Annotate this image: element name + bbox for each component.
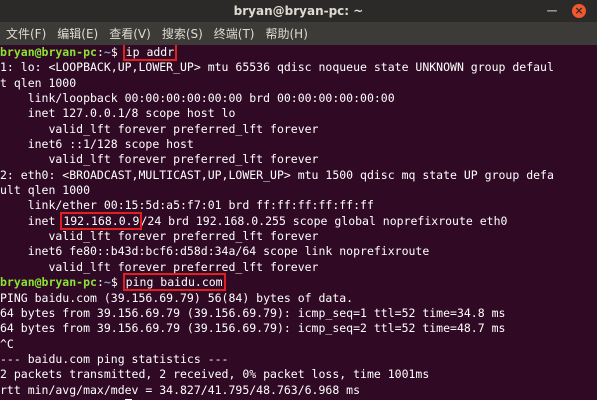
menu-edit[interactable]: 编辑(E) <box>52 25 103 42</box>
terminal-line: inet6 ::1/128 scope host <box>0 137 597 152</box>
terminal-line: rtt min/avg/max/mdev = 34.827/41.795/48.… <box>0 383 597 398</box>
terminal-line: 64 bytes from 39.156.69.79 (39.156.69.79… <box>0 321 597 336</box>
prompt-sign: $ <box>110 275 125 290</box>
terminal-line: valid_lft forever preferred_lft forever <box>0 260 597 275</box>
output-text: inet6 ::1/128 scope host <box>0 137 194 152</box>
terminal-line: ^C <box>0 337 597 352</box>
highlighted-ip-address: 192.168.0.9 <box>60 211 143 230</box>
command-text: ping baidu.com <box>122 273 226 292</box>
prompt-path: ~ <box>103 45 111 59</box>
output-text: link/loopback 00:00:00:00:00:00 brd 00:0… <box>0 91 395 106</box>
window-title: bryan@bryan-pc: ~ <box>233 4 364 18</box>
terminal-line: inet6 fe80::b43d:bcf6:d58d:34a/64 scope … <box>0 244 597 259</box>
terminal-line: valid_lft forever preferred_lft forever <box>0 229 597 244</box>
menu-bar: 文件(F) 编辑(E) 查看(V) 搜索(S) 终端(T) 帮助(H) <box>0 22 597 45</box>
terminal-line: link/ether 00:15:5d:a5:f7:01 brd ff:ff:f… <box>0 198 597 213</box>
terminal-line: inet 127.0.0.1/8 scope host lo <box>0 106 597 121</box>
prompt-path: ~ <box>103 275 111 290</box>
output-text: inet 127.0.0.1/8 scope host lo <box>0 106 236 121</box>
output-text: link/ether 00:15:5d:a5:f7:01 brd ff:ff:f… <box>0 198 374 213</box>
output-text: ult qlen 1000 <box>0 183 91 198</box>
output-text: 64 bytes from 39.156.69.79 (39.156.69.79… <box>0 321 506 336</box>
menu-help[interactable]: 帮助(H) <box>261 25 313 42</box>
output-text: rtt min/avg/max/mdev = 34.827/41.795/48.… <box>0 382 361 397</box>
window-titlebar[interactable]: bryan@bryan-pc: ~ — × <box>0 0 597 22</box>
output-text: valid_lft forever preferred_lft forever <box>0 229 319 244</box>
terminal-line: inet 192.168.0.9/24 brd 192.168.0.255 sc… <box>0 211 597 230</box>
menu-terminal[interactable]: 终端(T) <box>209 25 260 42</box>
terminal-line: bryan@bryan-pc:~$ ping baidu.com <box>0 273 597 292</box>
output-text: 2: eth0: <BROADCAST,MULTICAST,UP,LOWER_U… <box>0 167 554 182</box>
output-text: 64 bytes from 39.156.69.79 (39.156.69.79… <box>0 305 506 320</box>
output-text: t qlen 1000 <box>0 75 77 90</box>
minimize-icon[interactable]: — <box>545 4 559 18</box>
output-text: PING baidu.com (39.156.69.79) 56(84) byt… <box>0 290 354 305</box>
menu-search[interactable]: 搜索(S) <box>157 25 208 42</box>
prompt-user: bryan@bryan-pc <box>0 45 97 59</box>
output-text: inet <box>0 213 63 228</box>
output-text: /24 brd 192.168.0.255 scope global nopre… <box>140 213 508 228</box>
terminal-line: ult qlen 1000 <box>0 183 597 198</box>
menu-file[interactable]: 文件(F) <box>1 25 51 42</box>
prompt-separator: : <box>96 275 104 290</box>
terminal-line: valid_lft forever preferred_lft forever <box>0 152 597 167</box>
terminal-line: 64 bytes from 39.156.69.79 (39.156.69.79… <box>0 306 597 321</box>
terminal-line: t qlen 1000 <box>0 76 597 91</box>
terminal-line: --- baidu.com ping statistics --- <box>0 352 597 367</box>
close-icon[interactable]: × <box>572 4 586 18</box>
output-text: inet6 fe80::b43d:bcf6:d58d:34a/64 scope … <box>0 244 430 259</box>
output-text: 2 packets transmitted, 2 received, 0% pa… <box>0 367 430 382</box>
prompt-separator: : <box>96 45 104 59</box>
output-text: valid_lft forever preferred_lft forever <box>0 152 319 167</box>
output-text: 1: lo: <LOOPBACK,UP,LOWER_UP> mtu 65536 … <box>0 60 554 75</box>
prompt-sign: $ <box>110 45 125 59</box>
terminal-line: 2 packets transmitted, 2 received, 0% pa… <box>0 367 597 382</box>
output-text: valid_lft forever preferred_lft forever <box>0 121 319 136</box>
terminal-line: link/loopback 00:00:00:00:00:00 brd 00:0… <box>0 91 597 106</box>
terminal-output[interactable]: bryan@bryan-pc:~$ ip addr 1: lo: <LOOPBAC… <box>0 45 597 400</box>
terminal-line: PING baidu.com (39.156.69.79) 56(84) byt… <box>0 291 597 306</box>
prompt-user: bryan@bryan-pc <box>0 275 97 290</box>
output-text: ^C <box>0 336 14 351</box>
output-text: --- baidu.com ping statistics --- <box>0 351 229 366</box>
output-text: valid_lft forever preferred_lft forever <box>0 259 319 274</box>
terminal-line: 2: eth0: <BROADCAST,MULTICAST,UP,LOWER_U… <box>0 168 597 183</box>
terminal-line: bryan@bryan-pc:~$ ip addr <box>0 45 597 61</box>
terminal-line: 1: lo: <LOOPBACK,UP,LOWER_UP> mtu 65536 … <box>0 60 597 75</box>
command-text: ip addr <box>122 45 178 61</box>
menu-view[interactable]: 查看(V) <box>104 25 156 42</box>
terminal-line: valid_lft forever preferred_lft forever <box>0 122 597 137</box>
